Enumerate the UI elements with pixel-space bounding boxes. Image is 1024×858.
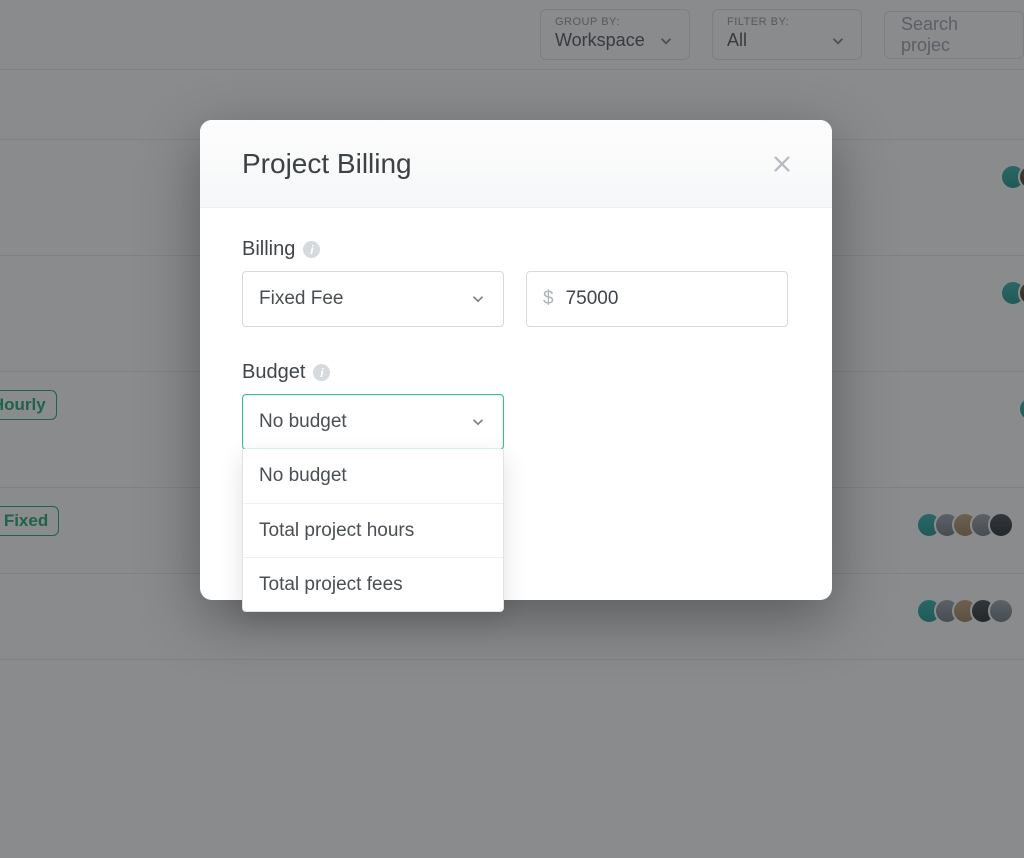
budget-label-row: Budget i [242, 361, 790, 384]
billing-fields: Fixed Fee $ [242, 271, 790, 327]
budget-section: Budget i No budget No budgetTotal projec… [242, 361, 790, 450]
chevron-down-icon [469, 413, 487, 431]
info-icon[interactable]: i [313, 364, 330, 381]
billing-label: Billing [242, 238, 295, 261]
budget-label: Budget [242, 361, 305, 384]
billing-amount-field[interactable]: $ [526, 271, 788, 327]
project-billing-modal: Project Billing Billing i Fixed Fee $ [200, 120, 832, 600]
dollar-icon: $ [543, 288, 554, 310]
billing-type-select[interactable]: Fixed Fee [242, 271, 504, 327]
chevron-down-icon [469, 290, 487, 308]
info-icon[interactable]: i [303, 241, 320, 258]
billing-label-row: Billing i [242, 238, 790, 261]
budget-type-value: No budget [259, 411, 347, 433]
budget-dropdown: No budgetTotal project hoursTotal projec… [242, 449, 504, 612]
budget-type-select[interactable]: No budget [242, 394, 504, 450]
close-button[interactable] [768, 150, 796, 178]
modal-title: Project Billing [242, 148, 412, 180]
modal-body: Billing i Fixed Fee $ Budget i [200, 208, 832, 530]
budget-option[interactable]: No budget [243, 449, 503, 503]
budget-option[interactable]: Total project hours [243, 503, 503, 557]
budget-option[interactable]: Total project fees [243, 557, 503, 611]
billing-type-value: Fixed Fee [259, 288, 343, 310]
modal-header: Project Billing [200, 120, 832, 208]
billing-amount-input[interactable] [566, 288, 771, 310]
